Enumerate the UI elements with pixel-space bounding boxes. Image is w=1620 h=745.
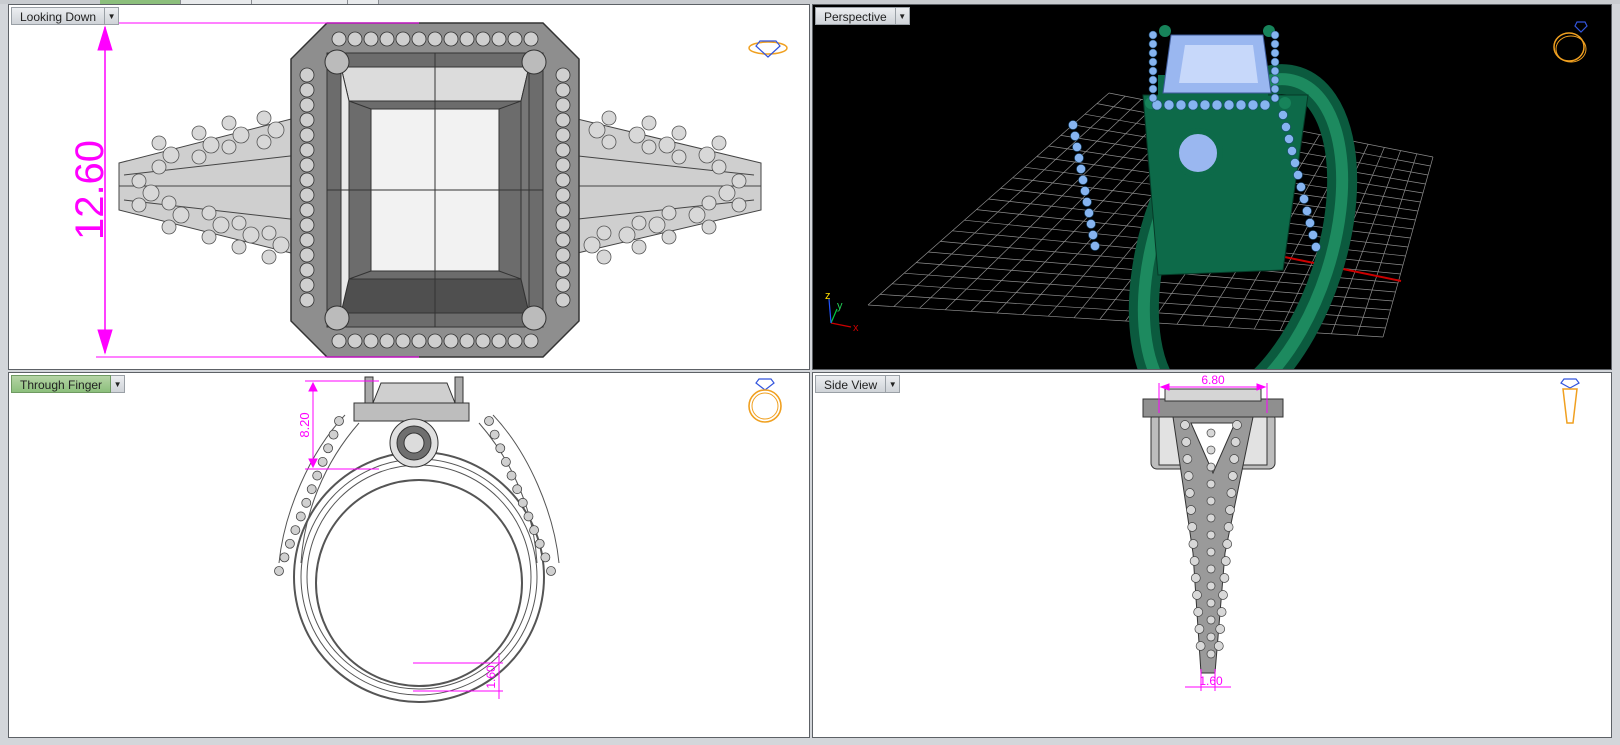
svg-text:z: z bbox=[825, 290, 831, 302]
ring-orientation-icon bbox=[748, 40, 788, 58]
ring-orientation-icon bbox=[748, 378, 782, 423]
viewport-perspective[interactable]: Perspective ▼ x y z bbox=[812, 4, 1612, 370]
viewport-looking-down[interactable]: Looking Down ▼ 12.60 bbox=[8, 4, 810, 370]
perspective-scene: x y z bbox=[825, 25, 1434, 369]
ring-orientation-icon bbox=[1560, 378, 1580, 424]
ring-orientation-icon bbox=[1553, 21, 1588, 63]
dimension-label-width: 6.80 bbox=[1201, 373, 1225, 387]
viewport-name[interactable]: Perspective bbox=[815, 7, 896, 25]
dropdown-arrow-icon[interactable]: ▼ bbox=[886, 375, 901, 393]
ring-top-drawing: 12.60 bbox=[68, 22, 762, 358]
dimension-label: 12.60 bbox=[68, 140, 112, 240]
viewport-name[interactable]: Looking Down bbox=[11, 7, 106, 25]
viewport-title-perspective[interactable]: Perspective ▼ bbox=[815, 7, 910, 25]
ring-side-drawing: 6.80 1.60 bbox=[1142, 373, 1284, 691]
viewport-name[interactable]: Through Finger bbox=[11, 375, 112, 393]
viewport-title-through-finger[interactable]: Through Finger ▼ bbox=[11, 375, 126, 393]
viewport-title-side-view[interactable]: Side View ▼ bbox=[815, 375, 901, 393]
svg-text:x: x bbox=[853, 322, 859, 334]
dropdown-arrow-icon[interactable]: ▼ bbox=[111, 375, 126, 393]
viewport-title-looking-down[interactable]: Looking Down ▼ bbox=[11, 7, 120, 25]
axis-triad-icon: x y z bbox=[825, 290, 859, 334]
ring-front-drawing: 8.20 1.60 bbox=[274, 376, 560, 703]
head bbox=[353, 376, 470, 468]
viewport-name[interactable]: Side View bbox=[815, 375, 887, 393]
dimension-label-shank: 1.60 bbox=[1199, 674, 1223, 688]
ring-render bbox=[1128, 25, 1358, 369]
dropdown-arrow-icon[interactable]: ▼ bbox=[105, 7, 120, 25]
dimension-label-shank: 1.60 bbox=[484, 665, 498, 689]
viewport-through-finger[interactable]: Through Finger ▼ 8.20 1.60 bbox=[8, 372, 810, 738]
dimension-label-height: 8.20 bbox=[297, 412, 312, 437]
dropdown-arrow-icon[interactable]: ▼ bbox=[895, 7, 910, 25]
viewport-side-view[interactable]: Side View ▼ 6.80 1.60 bbox=[812, 372, 1612, 738]
svg-text:y: y bbox=[837, 300, 843, 312]
emerald-cut-stone bbox=[326, 52, 544, 328]
